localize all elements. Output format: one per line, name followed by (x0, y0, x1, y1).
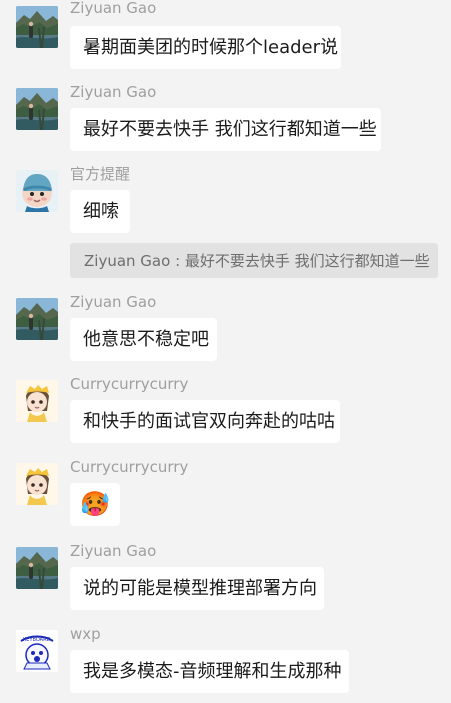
sender-name: Ziyuan Gao (70, 83, 157, 101)
anime-girl-avatar[interactable] (16, 463, 58, 505)
sender-name: Ziyuan Gao (70, 542, 157, 560)
sender-name: Ziyuan Gao (70, 0, 157, 17)
message-bubble[interactable]: 细嗦 (70, 190, 130, 233)
chat-message-list[interactable]: Ziyuan Gao 暑期面美团的时候那个leader说 Ziyuan Gao … (0, 0, 451, 703)
message-bubble[interactable]: 说的可能是模型推理部署方向 (70, 567, 324, 610)
mountain-landscape-avatar[interactable] (16, 547, 58, 589)
mountain-landscape-avatar[interactable] (16, 298, 58, 340)
sender-name: Currycurrycurry (70, 458, 189, 476)
quote-separator: : (170, 252, 185, 270)
message-bubble[interactable]: 我是多模态-音频理解和生成那种 (70, 650, 349, 693)
quoted-text: 最好不要去快手 我们这行都知道一些 (184, 252, 430, 270)
message-bubble[interactable]: 暑期面美团的时候那个leader说 (70, 26, 341, 69)
message-bubble[interactable]: 最好不要去快手 我们这行都知道一些 (70, 108, 381, 151)
cartoon-sticker-avatar[interactable] (16, 630, 58, 672)
sender-name: Currycurrycurry (70, 375, 189, 393)
sender-name: wxp (70, 625, 101, 643)
mountain-landscape-avatar[interactable] (16, 6, 58, 48)
message-bubble[interactable]: 🥵 (70, 483, 120, 526)
message-bubble[interactable]: 和快手的面试官双向奔赴的咕咕 (70, 400, 340, 443)
sender-name: 官方提醒 (70, 165, 131, 183)
anime-girl-avatar[interactable] (16, 380, 58, 422)
sender-name: Ziyuan Gao (70, 293, 157, 311)
quoted-message[interactable]: Ziyuan Gao : 最好不要去快手 我们这行都知道一些 (70, 243, 438, 278)
knit-hat-avatar[interactable] (16, 170, 58, 212)
message-bubble[interactable]: 他意思不稳定吧 (70, 318, 217, 361)
mountain-landscape-avatar[interactable] (16, 88, 58, 130)
quoted-sender: Ziyuan Gao (84, 252, 171, 270)
